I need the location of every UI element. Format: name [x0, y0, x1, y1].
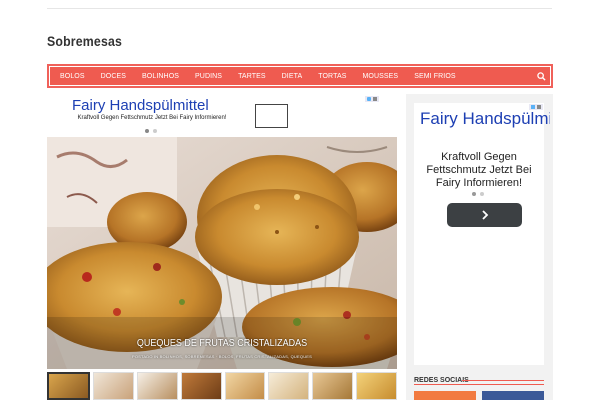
- nav-item-tartes[interactable]: Tartes: [230, 69, 274, 83]
- search-button[interactable]: [531, 66, 551, 86]
- nav-item-tortas[interactable]: Tortas: [310, 69, 354, 83]
- top-ad-banner[interactable]: Fairy Handspülmittel Kraftvoll Gegen Fet…: [47, 94, 381, 134]
- nav-item-semi-frios[interactable]: Semi Frios: [406, 69, 463, 83]
- chevron-right-icon: [481, 210, 488, 220]
- nav-items: Bolos Doces Bolinhos Pudins Tartes Dieta Torta…: [52, 69, 548, 83]
- thumbnail[interactable]: [92, 372, 134, 400]
- thumbnail[interactable]: [356, 372, 397, 400]
- thumbnail[interactable]: [47, 372, 90, 400]
- thumbnail[interactable]: [136, 372, 178, 400]
- ad-text: Kraftvoll Gegen Fettschmutz Jetzt Bei Fa…: [77, 115, 227, 121]
- nav-item-dieta[interactable]: Dieta: [274, 69, 311, 83]
- widget-title-underline: [462, 380, 544, 381]
- top-divider: [47, 8, 552, 9]
- sidebar-ad[interactable]: Fairy Handspülmittel Kraftvoll Gegen Fet…: [414, 103, 550, 365]
- sidebar-ad-button[interactable]: [447, 203, 522, 227]
- sidebar-ad-text: Kraftvoll Gegen Fettschmutz Jetzt Bei Fa…: [426, 151, 532, 189]
- nav-item-mousses[interactable]: Mousses: [354, 69, 406, 83]
- ad-button[interactable]: [255, 104, 288, 128]
- nav-item-bolos[interactable]: Bolos: [52, 69, 93, 83]
- thumbnail[interactable]: [180, 372, 222, 400]
- thumbnail[interactable]: [268, 372, 310, 400]
- sidebar-ad-title[interactable]: Fairy Handspülmittel: [420, 109, 550, 129]
- thumbnail-strip: [47, 372, 397, 400]
- featured-post[interactable]: Queques de Frutas Cristalizadas Postado …: [47, 137, 397, 369]
- muffins-image: [47, 137, 397, 369]
- nav-item-bolinhos[interactable]: Bolinhos: [134, 69, 187, 83]
- social-button-facebook[interactable]: [482, 391, 544, 400]
- featured-post-meta: Postado in Bolinhos, Sobremesas · Bolos,…: [131, 354, 313, 359]
- nav-item-pudins[interactable]: Pudins: [187, 69, 230, 83]
- widget-title: Redes Sociais: [414, 377, 469, 384]
- main-nav: Bolos Doces Bolinhos Pudins Tartes Dieta Torta…: [47, 64, 553, 88]
- thumbnail[interactable]: [312, 372, 354, 400]
- thumbnail[interactable]: [224, 372, 266, 400]
- nav-item-doces[interactable]: Doces: [93, 69, 134, 83]
- ad-carousel-dots: [145, 129, 157, 133]
- search-icon: [536, 71, 546, 81]
- site-title[interactable]: Sobremesas: [47, 33, 122, 49]
- sidebar-ad-dots: [472, 192, 484, 196]
- widget-title-underline: [414, 384, 544, 385]
- social-button-rss[interactable]: [414, 391, 476, 400]
- ad-choices-icon[interactable]: [365, 96, 379, 102]
- ad-title[interactable]: Fairy Handspülmittel: [72, 97, 209, 114]
- featured-post-title[interactable]: Queques de Frutas Cristalizadas: [65, 338, 380, 349]
